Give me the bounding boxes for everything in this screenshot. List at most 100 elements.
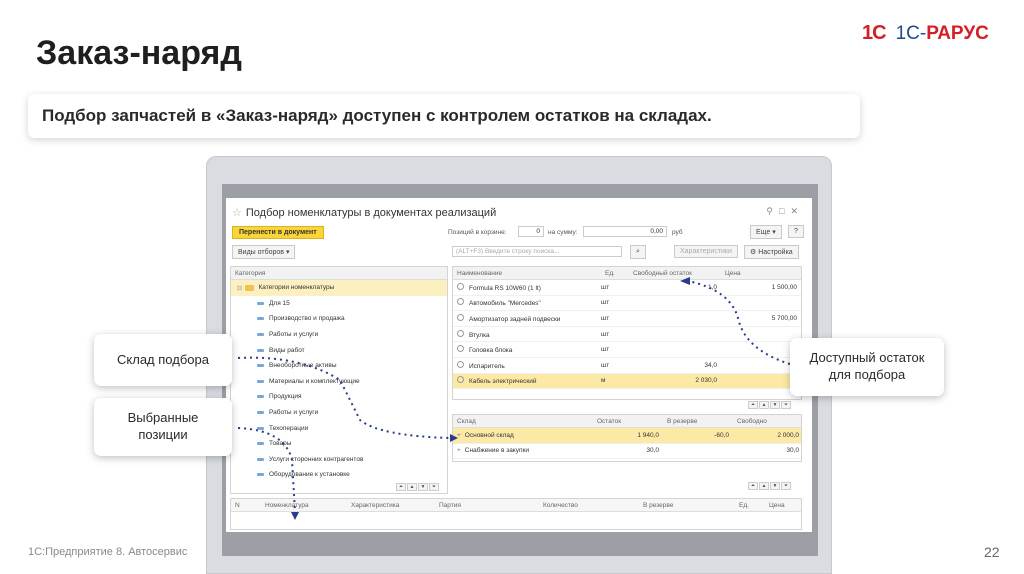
window-controls: ⚲□✕	[766, 206, 804, 217]
warehouse-table: Склад Остаток В резерве Свободно + Основн…	[452, 414, 802, 462]
scroll-down-icon[interactable]: ▼	[770, 482, 780, 490]
item-icon	[257, 379, 264, 383]
product-icon	[457, 298, 464, 306]
logo-1c: 1С	[862, 22, 887, 44]
link-icon[interactable]: ⚲	[766, 206, 779, 216]
tree-item[interactable]: Услуги сторонних контрагентов	[231, 452, 447, 468]
items-scroll-buttons: ⏶ ▲ ▼ ⏷	[748, 401, 791, 409]
tree-item[interactable]: Виды работ	[231, 342, 447, 358]
item-icon	[257, 442, 264, 446]
scroll-bottom-icon[interactable]: ⏷	[429, 483, 439, 491]
subtitle-box: Подбор запчастей в «Заказ-наряд» доступе…	[28, 94, 860, 138]
warehouse-table-header: Склад Остаток В резерве Свободно	[453, 415, 801, 428]
callout-available-stock: Доступный остаток для подбора	[790, 338, 944, 396]
table-row[interactable]: Амортизатор задней подвески шт 5 700,00	[453, 311, 801, 327]
favorite-star-icon[interactable]: ☆	[232, 207, 242, 219]
tree-item[interactable]: Внеоборотные активы	[231, 358, 447, 374]
warehouse-row-selected[interactable]: + Основной склад 1 940,0 -60,0 2 000,0	[453, 428, 801, 444]
cart-table: N Номенклатура Характеристика Партия Кол…	[230, 498, 802, 530]
maximize-icon[interactable]: □	[779, 206, 790, 216]
window-title: ☆ Подбор номенклатуры в документах реализ…	[232, 207, 497, 219]
scroll-down-icon[interactable]: ▼	[770, 401, 780, 409]
folder-icon	[245, 284, 255, 291]
transfer-to-document-button[interactable]: Перенести в документ	[232, 226, 324, 239]
item-icon	[257, 333, 264, 337]
collapse-icon[interactable]: ⊟	[237, 284, 242, 292]
scroll-top-icon[interactable]: ⏶	[748, 401, 758, 409]
table-row[interactable]: Автомобиль "Mercedes" шт	[453, 296, 801, 312]
logo-rarus: 1С-РАРУС	[895, 22, 989, 44]
tree-item[interactable]: Товары	[231, 436, 447, 452]
currency-label: руб	[672, 229, 683, 236]
product-icon	[457, 376, 464, 384]
callout-selected-positions: Выбранные позиции	[94, 398, 232, 456]
category-tree-panel: Категория ⊟ Категории номенклатуры Для 15…	[230, 266, 448, 494]
item-icon	[257, 473, 264, 477]
warehouse-row[interactable]: + Снабжение в закупки 30,0 30,0	[453, 444, 801, 460]
table-row[interactable]: Испаритель шт 34,0	[453, 358, 801, 374]
table-row[interactable]: Formula RS 10W60 (1 lt) шт 1,0 1 500,00	[453, 280, 801, 296]
scroll-top-icon[interactable]: ⏶	[396, 483, 406, 491]
scroll-bottom-icon[interactable]: ⏷	[781, 401, 791, 409]
cart-count-field[interactable]: 0	[518, 226, 544, 237]
tree-item[interactable]: Для 15	[231, 296, 447, 312]
product-icon	[457, 360, 464, 368]
item-icon	[257, 426, 264, 430]
item-icon	[257, 364, 264, 368]
tree-item[interactable]: Продукция	[231, 389, 447, 405]
search-button[interactable]: ⌕	[630, 245, 646, 259]
items-table-header: Наименование Ед. Свободный остаток Цена	[453, 267, 801, 280]
slide-title: Заказ-наряд	[36, 34, 242, 72]
settings-icon: ⚙	[750, 249, 757, 256]
cart-table-header: N Номенклатура Характеристика Партия Кол…	[231, 499, 801, 512]
scroll-up-icon[interactable]: ▲	[759, 401, 769, 409]
product-icon	[457, 329, 464, 337]
item-icon	[257, 317, 264, 321]
subtitle-text: Подбор запчастей в «Заказ-наряд» доступе…	[42, 106, 712, 125]
tree-item[interactable]: Техоперации	[231, 420, 447, 436]
search-input[interactable]: (ALT+F3) Введите строку поиска...	[452, 246, 622, 257]
cart-count-label: Позиций в корзине:	[448, 229, 507, 236]
tree-item[interactable]: Работы и услуги	[231, 405, 447, 421]
filter-types-button[interactable]: Виды отборов ▾	[232, 245, 296, 259]
scroll-bottom-icon[interactable]: ⏷	[781, 482, 791, 490]
table-row-selected[interactable]: Кабель электрический м 2 030,0	[453, 373, 801, 390]
company-logo: 1С 1С-РАРУС	[862, 22, 989, 45]
table-row[interactable]: Втулка шт	[453, 327, 801, 343]
more-button[interactable]: Еще ▾	[750, 225, 782, 239]
table-row[interactable]: Головка блока шт	[453, 342, 801, 358]
expand-icon[interactable]: +	[457, 447, 461, 454]
tree-item[interactable]: Производство и продажа	[231, 311, 447, 327]
characteristics-button[interactable]: Характеристики	[674, 245, 738, 258]
tree-item[interactable]: Материалы и комплектующие	[231, 374, 447, 390]
scroll-down-icon[interactable]: ▼	[418, 483, 428, 491]
scroll-up-icon[interactable]: ▲	[759, 482, 769, 490]
selection-window: ☆ Подбор номенклатуры в документах реализ…	[226, 198, 812, 532]
settings-button[interactable]: ⚙ Настройка	[744, 245, 799, 259]
cart-sum-field[interactable]: 0,00	[583, 226, 667, 237]
item-icon	[257, 411, 264, 415]
close-icon[interactable]: ✕	[790, 206, 804, 216]
product-icon	[457, 345, 464, 353]
product-icon	[457, 313, 464, 321]
expand-icon[interactable]: +	[457, 432, 461, 439]
items-table: Наименование Ед. Свободный остаток Цена …	[452, 266, 802, 400]
tree-item[interactable]: Работы и услуги	[231, 327, 447, 343]
product-icon	[457, 282, 464, 290]
item-icon	[257, 457, 264, 461]
tree-item-root[interactable]: ⊟ Категории номенклатуры	[231, 280, 447, 296]
category-header: Категория	[231, 267, 447, 280]
footer-product: 1С:Предприятие 8. Автосервис	[28, 546, 188, 558]
page-number: 22	[984, 544, 1000, 560]
item-icon	[257, 348, 264, 352]
item-icon	[257, 301, 264, 305]
scroll-top-icon[interactable]: ⏶	[748, 482, 758, 490]
scroll-up-icon[interactable]: ▲	[407, 483, 417, 491]
help-button[interactable]: ?	[788, 225, 804, 238]
search-icon: ⌕	[636, 248, 640, 255]
cart-sum-label: на сумму:	[548, 229, 578, 236]
item-icon	[257, 395, 264, 399]
warehouse-scroll-buttons: ⏶ ▲ ▼ ⏷	[748, 482, 791, 490]
tree-item[interactable]: Оборудование к установке	[231, 467, 447, 483]
tree-scroll-buttons: ⏶ ▲ ▼ ⏷	[396, 483, 439, 491]
